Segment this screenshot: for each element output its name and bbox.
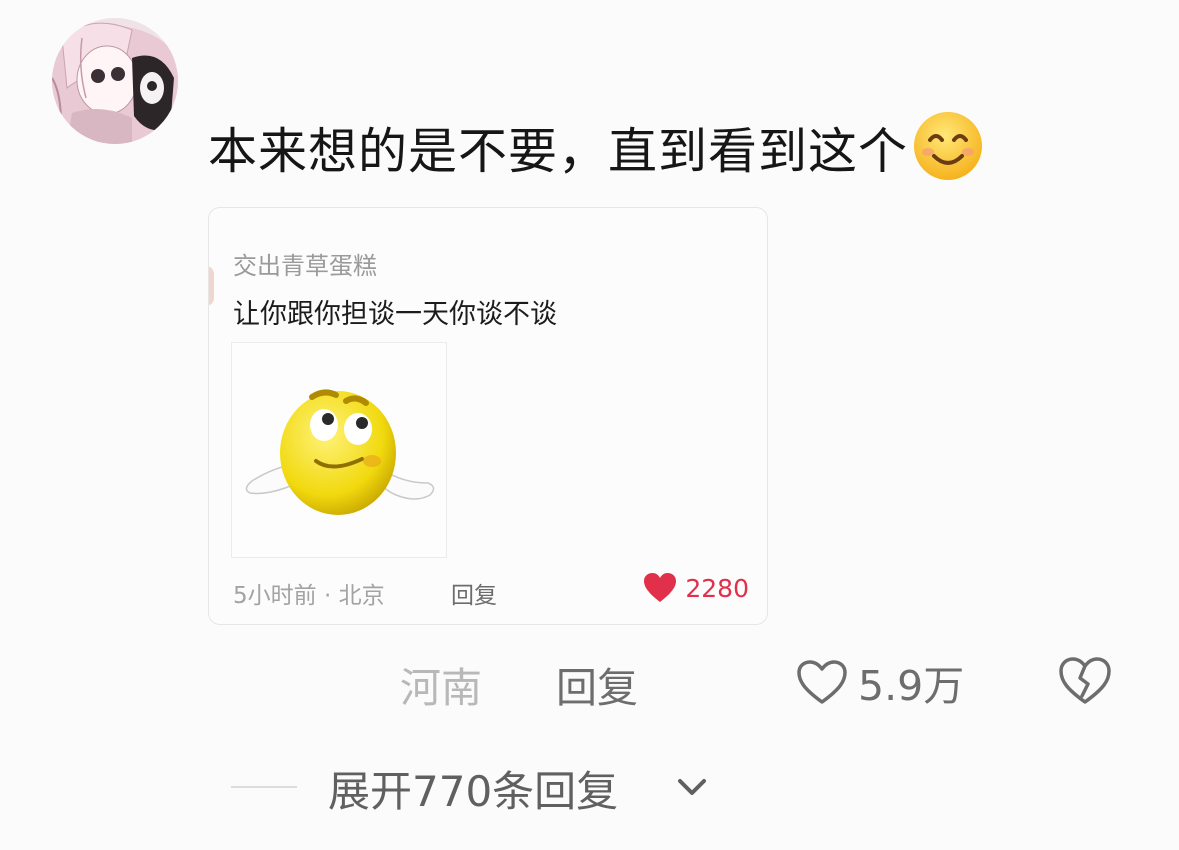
broken-heart-icon xyxy=(1059,657,1111,704)
shrugging-emoji-face-icon xyxy=(245,389,435,515)
dislike-button[interactable] xyxy=(1058,656,1112,706)
anime-avatar-icon xyxy=(52,18,178,144)
quote-like-button[interactable]: 2280 xyxy=(643,570,749,606)
quote-image[interactable] xyxy=(231,342,447,558)
user-avatar[interactable] xyxy=(52,18,178,144)
quote-meta: 5小时前 · 北京 xyxy=(233,583,385,609)
quoted-comment-card[interactable]: 交出青草蛋糕 让你跟你担谈一天你谈不谈 5小时前 · 北京 回复 2280 xyxy=(208,207,768,625)
comment-location: 河南 xyxy=(400,664,482,712)
heart-outline-icon xyxy=(797,660,847,704)
quote-text: 让你跟你担谈一天你谈不谈 xyxy=(233,299,557,330)
quote-reply-button[interactable]: 回复 xyxy=(451,576,497,610)
heart-filled-icon xyxy=(644,573,677,602)
quote-avatar-edge xyxy=(209,266,214,306)
like-button[interactable]: 5.9万 xyxy=(796,654,964,710)
chevron-down-icon[interactable] xyxy=(674,772,710,802)
comment-body: 本来想的是不要，直到看到这个 xyxy=(208,123,909,180)
expand-replies-button[interactable]: 展开770条回复 xyxy=(328,758,618,819)
quote-like-count: 2280 xyxy=(685,573,749,603)
expand-divider xyxy=(231,786,297,788)
like-count: 5.9万 xyxy=(858,662,965,710)
smiling-face-icon xyxy=(914,112,983,180)
reply-button[interactable]: 回复 xyxy=(556,654,638,714)
quote-username[interactable]: 交出青草蛋糕 xyxy=(233,246,377,281)
comment-text: 本来想的是不要，直到看到这个 xyxy=(208,110,984,187)
